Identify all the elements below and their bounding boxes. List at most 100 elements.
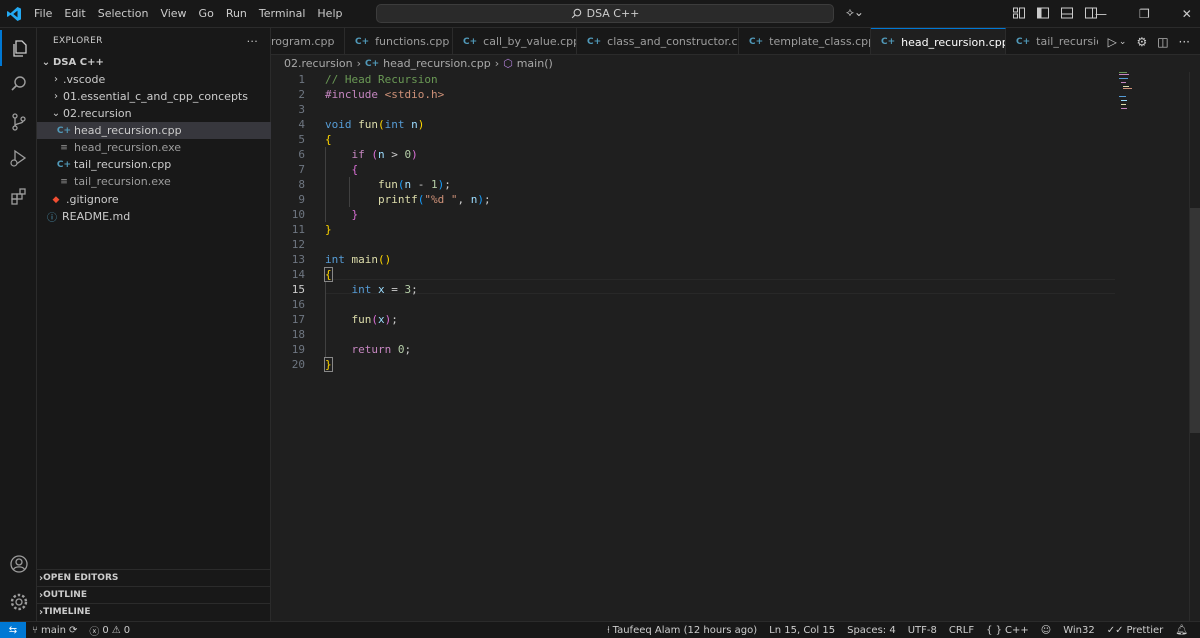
close-icon[interactable]: ✕ xyxy=(1182,7,1192,21)
tree-item-vscode[interactable]: › .vscode xyxy=(37,71,271,88)
minimap[interactable] xyxy=(1119,72,1179,112)
sync-icon[interactable]: ⟳ xyxy=(69,625,77,636)
outline-section[interactable]: › OUTLINE xyxy=(37,586,271,603)
run-options-chevron-icon[interactable]: ⌄ xyxy=(1119,37,1127,47)
activity-bar xyxy=(0,28,37,621)
cursor-position[interactable]: Ln 15, Col 15 xyxy=(763,625,841,636)
menu-bar: File Edit Selection View Go Run Terminal… xyxy=(28,0,348,28)
tab-tail-recursion-cpp[interactable]: C+ tail_recursion.cp xyxy=(1006,28,1106,54)
cpp-file-icon: C+ xyxy=(56,125,72,136)
extensions-icon[interactable] xyxy=(0,178,37,214)
explorer-icon[interactable] xyxy=(0,30,37,66)
problems-counter[interactable]: ⓧ 0 ⚠ 0 xyxy=(83,623,136,638)
code-line: if (n > 0) xyxy=(351,148,418,161)
breadcrumb-symbol[interactable]: main() xyxy=(517,57,553,70)
notifications-bell-icon[interactable]: 🔔︎ xyxy=(1169,625,1194,636)
tab-head-recursion-cpp[interactable]: C+ head_recursion.cpp ✕ xyxy=(871,28,1006,54)
tree-item-label: .gitignore xyxy=(66,193,119,206)
code-line: #include <stdio.h> xyxy=(325,88,445,101)
settings-gear-icon[interactable] xyxy=(0,584,37,620)
open-editors-section[interactable]: › OPEN EDITORS xyxy=(37,569,271,586)
end-of-line[interactable]: CRLF xyxy=(943,625,980,636)
git-blame[interactable]: ⍿ Taufeeq Alam (12 hours ago) xyxy=(601,625,763,636)
code-editor[interactable]: 1 2 3 4 5 6 7 8 9 10 11 12 13 14 15 16 1… xyxy=(271,72,1200,621)
tree-item-label: head_recursion.cpp xyxy=(74,124,182,137)
chevron-right-icon: › xyxy=(356,57,361,70)
toggle-primary-sidebar-icon[interactable] xyxy=(1036,6,1050,20)
tab-template-class-cpp[interactable]: C+ template_class.cpp xyxy=(739,28,871,54)
run-file-play-icon[interactable]: ▷ xyxy=(1108,35,1117,49)
workspace-root[interactable]: ⌄ DSA C++ xyxy=(37,54,271,71)
remote-connection-icon[interactable]: ⇆ xyxy=(0,621,26,638)
accounts-icon[interactable] xyxy=(0,546,37,582)
chevron-down-icon: ⌄ xyxy=(41,57,51,68)
source-control-icon[interactable] xyxy=(0,104,37,140)
cpp-file-icon: C+ xyxy=(355,36,370,47)
tab-class-and-constructor-cpp[interactable]: C+ class_and_constructor.cpp xyxy=(577,28,739,54)
menu-view[interactable]: View xyxy=(154,0,192,28)
platform[interactable]: Win32 xyxy=(1057,625,1101,636)
breadcrumb-file[interactable]: head_recursion.cpp xyxy=(383,57,491,70)
code-line: fun(n - 1); xyxy=(377,178,451,191)
tree-item-readme[interactable]: ⓘ README.md xyxy=(37,208,271,225)
breadcrumb-folder[interactable]: 02.recursion xyxy=(284,57,353,70)
title-bar: File Edit Selection View Go Run Terminal… xyxy=(0,0,1200,28)
restore-icon[interactable]: ❐ xyxy=(1139,7,1150,21)
settings-gear-icon[interactable]: ⚙ xyxy=(1136,35,1147,49)
copilot-icon[interactable]: ⟡⌄ xyxy=(846,5,864,20)
search-sidebar-icon[interactable] xyxy=(0,66,37,102)
indentation[interactable]: Spaces: 4 xyxy=(841,625,902,636)
menu-edit[interactable]: Edit xyxy=(58,0,91,28)
code-line: int x = 3; xyxy=(351,283,418,296)
tree-item-label: 01.essential_c_and_cpp_concepts xyxy=(63,90,248,103)
customize-layout-icon[interactable] xyxy=(1012,6,1026,20)
timeline-section[interactable]: › TIMELINE xyxy=(37,603,271,620)
file-lines-icon: ≡ xyxy=(60,142,68,153)
breadcrumb: 02.recursion › C+ head_recursion.cpp › ⬡… xyxy=(271,55,1200,72)
tree-item-head-recursion-cpp[interactable]: C+ head_recursion.cpp xyxy=(37,122,271,139)
tree-item-recursion-folder[interactable]: ⌄ 02.recursion xyxy=(37,105,271,122)
section-label: OUTLINE xyxy=(43,590,87,600)
git-file-icon: ◆ xyxy=(52,194,60,205)
tab-program-cpp[interactable]: rogram.cpp xyxy=(271,28,345,54)
section-label: OPEN EDITORS xyxy=(43,573,119,583)
section-label: TIMELINE xyxy=(43,607,91,617)
encoding[interactable]: UTF-8 xyxy=(902,625,943,636)
command-center-search[interactable]: DSA C++ xyxy=(376,4,834,23)
more-actions-icon[interactable]: ··· xyxy=(1179,35,1190,49)
tab-call-by-value-cpp[interactable]: C+ call_by_value.cpp xyxy=(453,28,577,54)
toggle-panel-icon[interactable] xyxy=(1060,6,1074,20)
tab-functions-cpp[interactable]: C+ functions.cpp xyxy=(345,28,453,54)
menu-run[interactable]: Run xyxy=(220,0,253,28)
git-branch[interactable]: ⑂ main ⟳ xyxy=(26,625,83,636)
menu-go[interactable]: Go xyxy=(193,0,220,28)
editor-scrollbar[interactable] xyxy=(1189,72,1200,621)
copilot-status-icon[interactable]: ☺ xyxy=(1035,625,1057,636)
tree-item-tail-recursion-cpp[interactable]: C+ tail_recursion.cpp xyxy=(37,156,271,173)
scrollbar-thumb[interactable] xyxy=(1190,208,1200,433)
line-number: 16 xyxy=(291,298,305,311)
menu-file[interactable]: File xyxy=(28,0,58,28)
menu-help[interactable]: Help xyxy=(311,0,348,28)
vscode-logo-icon xyxy=(0,0,28,28)
tree-item-head-recursion-exe[interactable]: ≡ head_recursion.exe xyxy=(37,139,271,156)
tree-item-label: .vscode xyxy=(63,73,106,86)
menu-terminal[interactable]: Terminal xyxy=(253,0,312,28)
prettier-formatter[interactable]: ✓✓ Prettier xyxy=(1101,625,1170,636)
code-line: int main() xyxy=(325,253,392,266)
cpp-file-icon: C+ xyxy=(56,159,72,170)
split-editor-icon[interactable]: ◫ xyxy=(1157,35,1168,49)
tree-item-essential-concepts[interactable]: › 01.essential_c_and_cpp_concepts xyxy=(37,88,271,105)
tree-item-gitignore[interactable]: ◆ .gitignore xyxy=(37,191,271,208)
run-debug-icon[interactable] xyxy=(0,140,37,176)
workspace-root-label: DSA C++ xyxy=(53,57,104,68)
cpp-file-icon: C+ xyxy=(364,58,380,69)
more-actions-icon[interactable]: ··· xyxy=(247,35,258,48)
file-lines-icon: ≡ xyxy=(60,176,68,187)
language-mode[interactable]: { } C++ xyxy=(980,625,1035,636)
cpp-file-icon: C+ xyxy=(749,36,764,47)
menu-selection[interactable]: Selection xyxy=(92,0,155,28)
minimize-icon[interactable]: — xyxy=(1095,7,1107,21)
tree-item-tail-recursion-exe[interactable]: ≡ tail_recursion.exe xyxy=(37,173,271,190)
info-icon: ⓘ xyxy=(47,213,57,224)
